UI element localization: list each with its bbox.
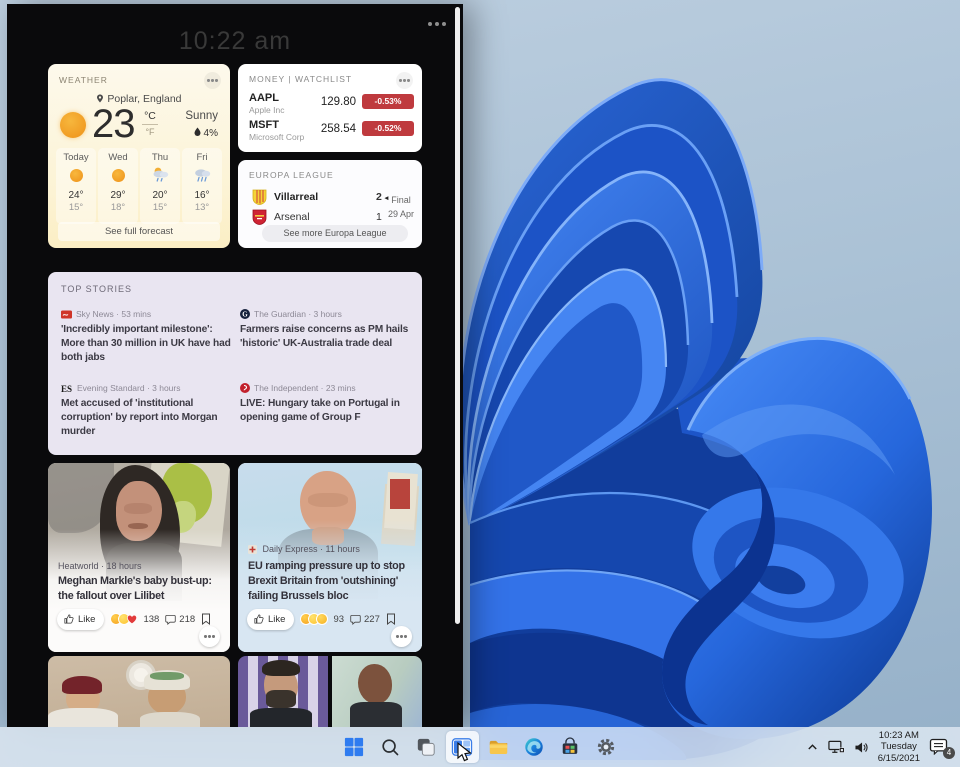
see-more-europa-league-button[interactable]: See more Europa League bbox=[262, 225, 408, 242]
comment-icon bbox=[165, 614, 176, 625]
story-item[interactable]: The Independent · 23 mins LIVE: Hungary … bbox=[240, 383, 416, 425]
news-card[interactable]: Daily Express · 11 hours EU ramping pres… bbox=[238, 463, 422, 652]
evening-standard-icon: ES bbox=[61, 384, 73, 395]
fahrenheit-unit[interactable]: °F bbox=[140, 127, 160, 137]
wallpaper-bloom bbox=[440, 55, 960, 760]
money-menu-icon[interactable] bbox=[396, 72, 413, 89]
desktop: 10:22 am WEATHER Poplar, England 23 °C °… bbox=[0, 0, 960, 767]
story-item[interactable]: GThe Guardian · 3 hours Farmers raise co… bbox=[240, 309, 416, 351]
villarreal-crest-icon bbox=[252, 189, 267, 205]
droplet-icon bbox=[194, 127, 201, 136]
stock-change-badge: -0.52% bbox=[362, 121, 414, 136]
news-card-partial[interactable] bbox=[48, 656, 230, 727]
money-watchlist-widget[interactable]: MONEY | WATCHLIST AAPL Apple Inc 129.80 … bbox=[238, 64, 422, 152]
widgets-content: WEATHER Poplar, England 23 °C °F Sunny 4… bbox=[48, 64, 422, 727]
search-button[interactable] bbox=[374, 731, 407, 763]
thumbs-up-icon bbox=[64, 614, 74, 624]
widgets-panel: 10:22 am WEATHER Poplar, England 23 °C °… bbox=[7, 4, 463, 727]
panel-scrollbar[interactable] bbox=[455, 7, 460, 624]
comment-icon bbox=[350, 614, 361, 625]
celsius-unit[interactable]: °C bbox=[140, 110, 160, 122]
article-byline: Daily Express · 11 hours bbox=[248, 544, 416, 556]
daily-express-icon bbox=[248, 545, 257, 556]
weather-widget[interactable]: WEATHER Poplar, England 23 °C °F Sunny 4… bbox=[48, 64, 230, 248]
thumbs-up-icon bbox=[254, 614, 264, 624]
news-card-partial[interactable] bbox=[238, 656, 422, 727]
reactions[interactable]: 138 bbox=[110, 613, 159, 625]
sports-header: EUROPA LEAGUE bbox=[249, 170, 334, 180]
top-stories-widget[interactable]: TOP STORIES Sky News · 53 mins 'Incredib… bbox=[48, 272, 422, 455]
article-title: Meghan Markle's baby bust-up: the fallou… bbox=[58, 574, 224, 604]
edge-button[interactable] bbox=[518, 731, 551, 763]
svg-text:ES: ES bbox=[61, 384, 72, 393]
current-temperature: 23 bbox=[92, 102, 135, 147]
sky-news-icon bbox=[61, 310, 72, 321]
start-button[interactable] bbox=[338, 731, 371, 763]
sunny-icon bbox=[98, 166, 138, 188]
tray-chevron-icon[interactable] bbox=[806, 741, 819, 754]
news-card[interactable]: Heatworld · 18 hours Meghan Markle's bab… bbox=[48, 463, 230, 652]
card-options-icon[interactable] bbox=[199, 626, 220, 647]
forecast-day[interactable]: Wed 29° 18° bbox=[98, 148, 138, 224]
notification-badge: 4 bbox=[943, 747, 955, 759]
settings-button[interactable] bbox=[590, 731, 623, 763]
panel-options-icon[interactable] bbox=[435, 22, 439, 26]
the-guardian-icon: G bbox=[240, 309, 250, 321]
weather-condition: Sunny bbox=[185, 110, 218, 122]
forecast-day[interactable]: Thu 20° 15° bbox=[140, 148, 180, 224]
like-button[interactable]: Like bbox=[247, 609, 294, 630]
notification-button[interactable]: 4 bbox=[929, 738, 951, 756]
comments-button[interactable]: 227 bbox=[350, 614, 380, 625]
heart-reaction-icon bbox=[126, 613, 138, 625]
tray-clock[interactable]: 10:23 AM Tuesday 6/15/2021 bbox=[878, 730, 920, 764]
file-explorer-button[interactable] bbox=[482, 731, 515, 763]
precipitation: 4% bbox=[194, 127, 218, 139]
sun-showers-icon bbox=[140, 166, 180, 188]
network-icon[interactable] bbox=[828, 740, 845, 754]
money-header: MONEY | WATCHLIST bbox=[249, 74, 352, 84]
store-button[interactable] bbox=[554, 731, 587, 763]
weather-header: WEATHER bbox=[59, 75, 108, 85]
reactions[interactable]: 93 bbox=[300, 613, 344, 625]
sunny-icon bbox=[56, 166, 96, 188]
task-view-button[interactable] bbox=[410, 731, 443, 763]
weather-location: Poplar, England bbox=[48, 93, 230, 105]
see-full-forecast-button[interactable]: See full forecast bbox=[58, 222, 220, 241]
stock-change-badge: -0.53% bbox=[362, 94, 414, 109]
taskbar: 10:23 AM Tuesday 6/15/2021 4 bbox=[0, 727, 960, 767]
volume-icon[interactable] bbox=[854, 741, 869, 754]
bookmark-icon[interactable] bbox=[201, 613, 211, 625]
comments-button[interactable]: 218 bbox=[165, 614, 195, 625]
top-stories-header: TOP STORIES bbox=[61, 284, 132, 294]
stock-row[interactable]: AAPL Apple Inc 129.80 -0.53% bbox=[249, 92, 414, 116]
arsenal-crest-icon bbox=[252, 209, 267, 225]
weather-menu-icon[interactable] bbox=[204, 72, 221, 89]
svg-text:G: G bbox=[242, 310, 248, 318]
like-button[interactable]: Like bbox=[57, 609, 104, 630]
sunny-icon bbox=[60, 112, 86, 138]
article-byline: Heatworld · 18 hours bbox=[58, 561, 224, 571]
article-title: EU ramping pressure up to stop Brexit Br… bbox=[248, 559, 416, 604]
story-item[interactable]: Sky News · 53 mins 'Incredibly important… bbox=[61, 309, 237, 365]
rain-icon bbox=[182, 166, 222, 188]
widgets-clock: 10:22 am bbox=[7, 27, 463, 56]
story-item[interactable]: ESEvening Standard · 3 hours Met accused… bbox=[61, 383, 237, 439]
europa-league-widget[interactable]: EUROPA LEAGUE Villarreal 2 ◂ Arsenal 1 F… bbox=[238, 160, 422, 248]
forecast-day[interactable]: Fri 16° 13° bbox=[182, 148, 222, 224]
bookmark-icon[interactable] bbox=[386, 613, 396, 625]
forecast-day[interactable]: Today 24° 15° bbox=[56, 148, 96, 224]
card-options-icon[interactable] bbox=[391, 626, 412, 647]
mouse-cursor bbox=[456, 742, 473, 763]
the-independent-icon bbox=[240, 383, 250, 395]
stock-row[interactable]: MSFT Microsoft Corp 258.54 -0.52% bbox=[249, 119, 414, 143]
match-status: Final 29 Apr bbox=[388, 194, 414, 221]
